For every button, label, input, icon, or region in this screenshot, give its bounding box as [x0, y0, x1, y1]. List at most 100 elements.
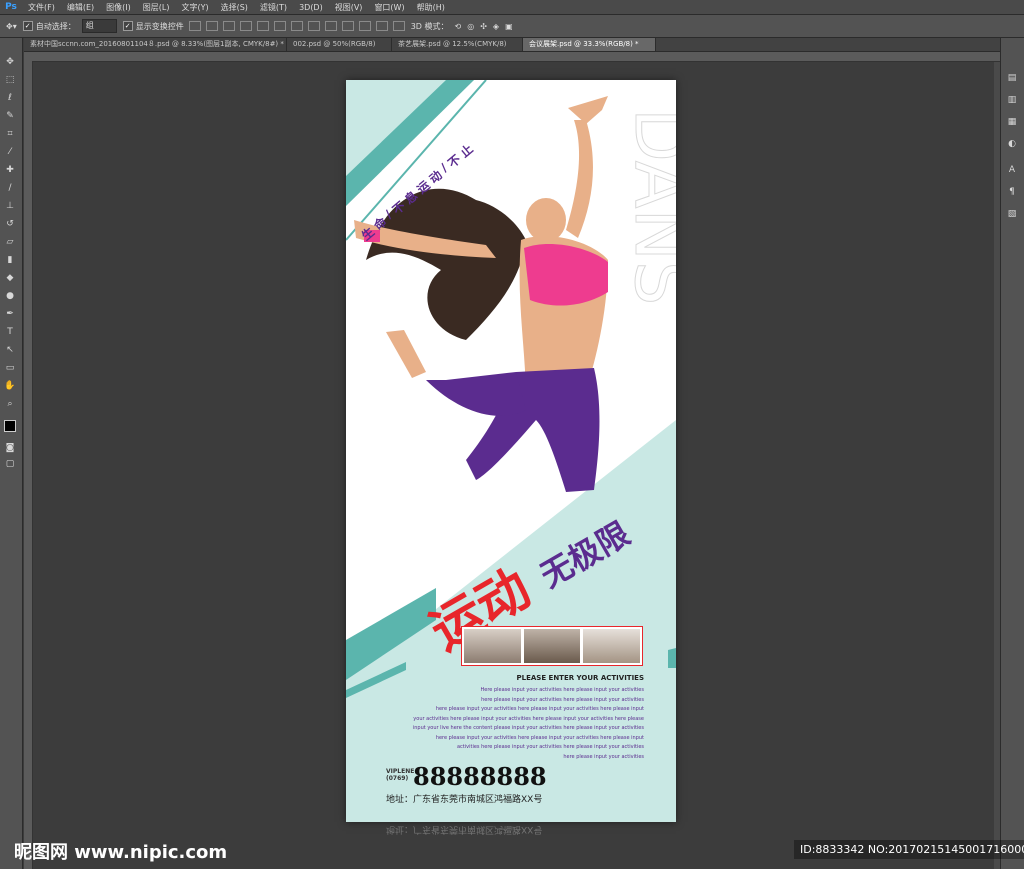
body-line: here please input your activities here p… — [435, 734, 644, 741]
transform-controls-label: 显示变换控件 — [135, 21, 184, 31]
photoshop-logo: Ps — [5, 2, 17, 12]
dancer-back-foot — [386, 330, 426, 378]
image-id-label: ID:8833342 NO:20170215145001716000 — [794, 840, 1024, 859]
type-tool-icon[interactable]: T — [4, 326, 16, 338]
adjustments-panel-icon[interactable]: ▥ — [1006, 94, 1018, 106]
distribute-left-icon[interactable] — [341, 21, 354, 31]
align-top-icon[interactable] — [188, 21, 201, 31]
screen-mode-icon[interactable]: ▢ — [4, 458, 16, 470]
color-panel-icon[interactable]: ◐ — [1006, 138, 1018, 150]
layers-panel-icon[interactable]: ▧ — [1006, 208, 1018, 220]
big-word-dans: DANS — [619, 108, 676, 305]
zoom-tool-icon[interactable]: ⌕ — [4, 398, 16, 410]
menu-3d[interactable]: 3D(D) — [293, 3, 329, 12]
marquee-tool-icon[interactable]: ⬚ — [4, 74, 16, 86]
document-tabs: 素材中国sccnn.com_20160801104８.psd @ 8.33%(图… — [24, 38, 1000, 52]
quick-mask-icon[interactable]: ◙ — [4, 442, 16, 454]
site-watermark: 昵图网 www.nipic.com — [14, 842, 228, 863]
character-panel-icon[interactable]: A — [1006, 164, 1018, 176]
auto-select-checkbox[interactable]: ✓ — [22, 21, 33, 31]
body-line: here please input your activities — [563, 753, 644, 760]
move-tool-icon[interactable]: ✥▾ — [6, 22, 17, 31]
menu-help[interactable]: 帮助(H) — [411, 2, 451, 13]
photo-thumb-2 — [523, 629, 581, 663]
gradient-tool-icon[interactable]: ▮ — [4, 254, 16, 266]
quick-select-tool-icon[interactable]: ✎ — [4, 110, 16, 122]
menu-window[interactable]: 窗口(W) — [368, 2, 410, 13]
hand-tool-icon[interactable]: ✋ — [4, 380, 16, 392]
align-center-icon[interactable] — [256, 21, 269, 31]
menu-file[interactable]: 文件(F) — [22, 2, 61, 13]
distribute-middle-icon[interactable] — [307, 21, 320, 31]
auto-select-label: 自动选择： — [35, 21, 76, 31]
menu-layer[interactable]: 图层(L) — [137, 2, 176, 13]
path-select-tool-icon[interactable]: ↖ — [4, 344, 16, 356]
address-reflection: 地址：广东省东莞市南城区鸿福路XX号 — [386, 826, 543, 834]
activities-heading: PLEASE ENTER YOUR ACTIVITIES — [516, 674, 644, 682]
body-line: your activities here please input your a… — [413, 715, 644, 722]
dancer-head — [526, 198, 566, 242]
menu-edit[interactable]: 编辑(E) — [61, 2, 100, 13]
photo-thumb-1 — [464, 629, 521, 663]
dodge-tool-icon[interactable]: ● — [4, 290, 16, 302]
menu-type[interactable]: 文字(Y) — [175, 2, 214, 13]
slide-3d-icon[interactable]: ◈ — [493, 22, 499, 31]
ruler-horizontal — [24, 52, 1000, 62]
auto-align-icon[interactable] — [392, 21, 405, 31]
panel-dock: ▤ ▥ ▦ ◐ A ¶ ▧ — [1000, 38, 1024, 869]
document-canvas[interactable]: DANS 生 命 / 不 息 运 动 / 不 止 运动 无极限 PLEASE E… — [346, 80, 676, 822]
align-left-icon[interactable] — [239, 21, 252, 31]
mode-3d-label: 3D 模式： — [410, 21, 449, 31]
menu-view[interactable]: 视图(V) — [329, 2, 369, 13]
distribute-bottom-icon[interactable] — [324, 21, 337, 31]
body-line: here please input your activities here p… — [481, 696, 644, 703]
transform-controls-checkbox[interactable]: ✓ — [122, 21, 133, 31]
rotate-3d-icon[interactable]: ⟲ — [455, 22, 462, 31]
blur-tool-icon[interactable]: ◆ — [4, 272, 16, 284]
lasso-tool-icon[interactable]: ℓ — [4, 92, 16, 104]
foreground-color-swatch[interactable] — [4, 420, 16, 432]
distribute-center-icon[interactable] — [358, 21, 371, 31]
menu-image[interactable]: 图像(I) — [100, 2, 137, 13]
menu-filter[interactable]: 滤镜(T) — [254, 2, 293, 13]
history-panel-icon[interactable]: ▤ — [1006, 72, 1018, 84]
scrollbar-vertical[interactable] — [994, 61, 1000, 869]
ruler-vertical — [24, 61, 33, 869]
tab-document-1[interactable]: 素材中国sccnn.com_20160801104８.psd @ 8.33%(图… — [24, 38, 287, 51]
distribute-right-icon[interactable] — [375, 21, 388, 31]
eyedropper-tool-icon[interactable]: ⁄ — [4, 146, 16, 158]
menu-select[interactable]: 选择(S) — [215, 2, 254, 13]
activities-body: Here please input your activities here p… — [374, 686, 644, 762]
tab-document-2[interactable]: 002.psd @ 50%(RGB/8) — [287, 38, 392, 51]
crop-tool-icon[interactable]: ⌗ — [4, 128, 16, 140]
body-line: Here please input your activities here p… — [480, 687, 645, 693]
body-line: activities here please input your activi… — [456, 744, 644, 750]
phone-number: 88888888 — [413, 762, 547, 791]
align-right-icon[interactable] — [273, 21, 286, 31]
brush-tool-icon[interactable]: / — [4, 182, 16, 194]
align-bottom-icon[interactable] — [222, 21, 235, 31]
tab-document-3[interactable]: 茶艺展架.psd @ 12.5%(CMYK/8) — [392, 38, 523, 51]
healing-brush-tool-icon[interactable]: ✚ — [4, 164, 16, 176]
move-tool-icon[interactable]: ✥ — [4, 56, 16, 68]
auto-select-dropdown[interactable]: 组 — [81, 19, 117, 33]
scale-3d-icon[interactable]: ▣ — [505, 22, 513, 31]
pen-tool-icon[interactable]: ✒ — [4, 308, 16, 320]
distribute-top-icon[interactable] — [290, 21, 303, 31]
clone-stamp-tool-icon[interactable]: ⊥ — [4, 200, 16, 212]
phone-label-line-1: VIPLENE — [386, 768, 415, 775]
tab-document-4[interactable]: 会议展架.psd @ 33.3%(RGB/8) * — [523, 38, 656, 51]
dancer-right-hand — [568, 96, 608, 124]
eraser-tool-icon[interactable]: ▱ — [4, 236, 16, 248]
align-middle-icon[interactable] — [205, 21, 218, 31]
body-line: input your live here the content please … — [412, 725, 644, 731]
swatches-panel-icon[interactable]: ▦ — [1006, 116, 1018, 128]
drag-3d-icon[interactable]: ✣ — [480, 22, 487, 31]
shape-tool-icon[interactable]: ▭ — [4, 362, 16, 374]
menu-bar: Ps 文件(F) 编辑(E) 图像(I) 图层(L) 文字(Y) 选择(S) 滤… — [0, 0, 1024, 15]
photo-thumb-3 — [583, 629, 641, 663]
paragraph-panel-icon[interactable]: ¶ — [1006, 186, 1018, 198]
canvas-reflection: 地址：广东省东莞市南城区鸿福路XX号 — [346, 826, 676, 869]
roll-3d-icon[interactable]: ◎ — [467, 22, 474, 31]
history-brush-tool-icon[interactable]: ↺ — [4, 218, 16, 230]
